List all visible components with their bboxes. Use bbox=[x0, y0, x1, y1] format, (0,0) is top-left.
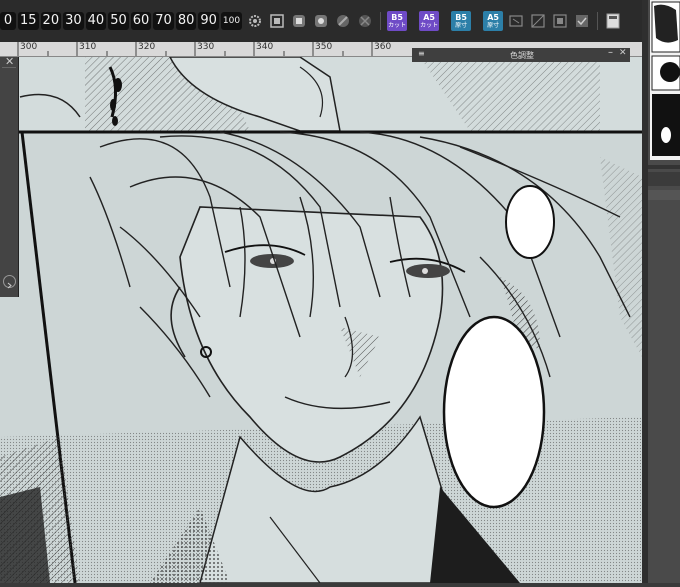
flip-icon[interactable] bbox=[357, 13, 373, 29]
zoom-preset-60[interactable]: 60 bbox=[130, 12, 152, 30]
fit-window-icon[interactable] bbox=[269, 13, 285, 29]
print-size-icon[interactable] bbox=[313, 13, 329, 29]
close-icon[interactable]: ✕ bbox=[619, 48, 627, 58]
zoom-preset-20[interactable]: 20 bbox=[40, 12, 62, 30]
zoom-preset-15[interactable]: 15 bbox=[18, 12, 39, 30]
zoom-preset-50[interactable]: 50 bbox=[108, 12, 129, 30]
ruler-label: 320 bbox=[138, 42, 156, 52]
a5-actual-button[interactable]: A5 原寸 bbox=[483, 11, 504, 31]
frame-border-icon[interactable] bbox=[530, 13, 546, 29]
check-layer-icon[interactable] bbox=[574, 13, 590, 29]
ruler-label: 300 bbox=[20, 42, 38, 52]
b5-actual-sublabel: 原寸 bbox=[455, 21, 468, 29]
rotate-icon[interactable] bbox=[335, 13, 351, 29]
ruler-label: 330 bbox=[197, 42, 215, 52]
ruler-label: 360 bbox=[374, 42, 392, 52]
b5-actual-label: B5 bbox=[455, 12, 467, 22]
ruler-label: 310 bbox=[79, 42, 97, 52]
zoom-preset-100[interactable]: 100 bbox=[220, 12, 243, 30]
b5-actual-button[interactable]: B5 原寸 bbox=[451, 11, 472, 31]
right-dock bbox=[642, 0, 680, 583]
b5-cut-label: B5 bbox=[391, 12, 403, 22]
drawing-canvas[interactable] bbox=[0, 57, 642, 583]
zoom-preset-70[interactable]: 70 bbox=[153, 12, 174, 30]
page-icon[interactable] bbox=[605, 13, 621, 29]
page-thumbnail[interactable] bbox=[642, 0, 680, 583]
b5-cut-sublabel: カット bbox=[388, 21, 407, 29]
zoom-preset-80[interactable]: 80 bbox=[175, 12, 197, 30]
toolbar-separator-2 bbox=[597, 12, 599, 30]
zoom-preset-row: 0 15 20 30 40 50 60 70 80 90 100 B5 カット … bbox=[0, 10, 624, 32]
a5-cut-label: A5 bbox=[423, 12, 435, 22]
layer-mask-icon[interactable] bbox=[552, 13, 568, 29]
left-floating-panel[interactable]: ✕ bbox=[0, 55, 19, 297]
minimize-icon[interactable]: – bbox=[608, 47, 613, 58]
zoom-preset-0[interactable]: 0 bbox=[0, 12, 16, 30]
a5-actual-label: A5 bbox=[487, 12, 499, 22]
frame-icon[interactable] bbox=[508, 13, 524, 29]
menu-icon[interactable]: ≡ bbox=[418, 49, 425, 58]
actual-size-icon[interactable] bbox=[291, 13, 307, 29]
panel-title: 色調整 bbox=[510, 51, 534, 60]
zoom-preset-30[interactable]: 30 bbox=[63, 12, 84, 30]
gear-icon[interactable] bbox=[247, 13, 263, 29]
top-toolbar: 0 15 20 30 40 50 60 70 80 90 100 B5 カット … bbox=[0, 0, 642, 43]
a5-cut-button[interactable]: A5 カット bbox=[419, 11, 440, 31]
ruler-label: 350 bbox=[315, 42, 333, 52]
manga-artwork bbox=[0, 57, 642, 583]
b5-cut-button[interactable]: B5 カット bbox=[387, 11, 408, 31]
ruler-label: 340 bbox=[256, 42, 274, 52]
zoom-preset-40[interactable]: 40 bbox=[85, 12, 107, 30]
color-adjust-panel-header[interactable]: ≡ 色調整 – ✕ bbox=[412, 47, 630, 62]
panel-expand-icon[interactable] bbox=[3, 275, 16, 289]
zoom-preset-90[interactable]: 90 bbox=[198, 12, 219, 30]
toolbar-separator bbox=[380, 12, 382, 30]
panel-divider bbox=[2, 67, 16, 68]
a5-actual-sublabel: 原寸 bbox=[487, 21, 500, 29]
a5-cut-sublabel: カット bbox=[420, 21, 439, 29]
